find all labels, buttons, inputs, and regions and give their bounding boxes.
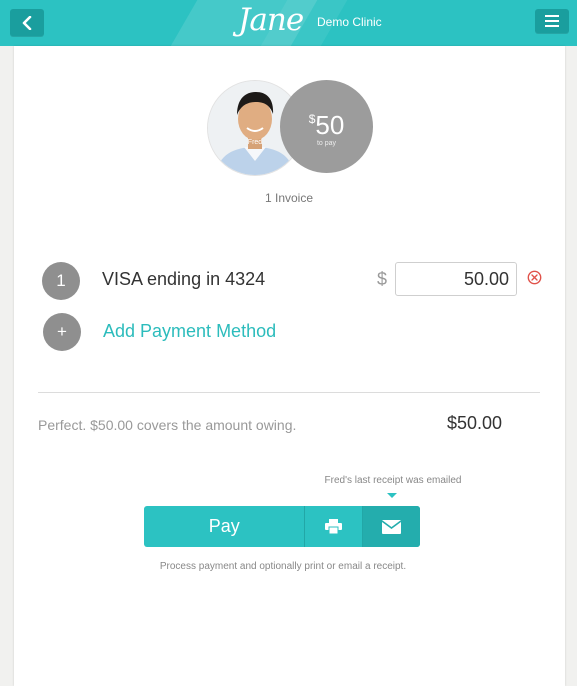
email-receipt-button[interactable] bbox=[362, 506, 420, 547]
divider bbox=[38, 392, 540, 393]
amount-currency: $ bbox=[308, 112, 316, 126]
envelope-icon bbox=[382, 519, 402, 534]
amount-due-value: 50 bbox=[315, 110, 345, 140]
chevron-left-icon bbox=[22, 15, 32, 30]
payment-total: $50.00 bbox=[447, 413, 503, 433]
print-receipt-button[interactable] bbox=[304, 506, 362, 547]
coverage-message: Perfect. $50.00 covers the amount owing. bbox=[38, 417, 297, 433]
currency-symbol: $ bbox=[377, 269, 388, 289]
menu-button[interactable] bbox=[535, 9, 569, 33]
receipt-note: Fred's last receipt was emailed bbox=[324, 475, 462, 486]
payment-help-text: Process payment and optionally print or … bbox=[159, 561, 407, 572]
amount-due-circle: $50 to pay bbox=[280, 80, 373, 173]
payment-method-label: VISA ending in 4324 bbox=[102, 269, 266, 289]
amount-due-caption: to pay bbox=[316, 140, 337, 147]
invoice-count: 1 Invoice bbox=[264, 191, 314, 205]
payment-amount-input[interactable] bbox=[395, 262, 517, 296]
add-payment-icon[interactable]: + bbox=[43, 313, 81, 351]
hamburger-icon bbox=[545, 15, 559, 27]
receipt-caret-icon bbox=[387, 493, 397, 498]
remove-payment-icon[interactable] bbox=[527, 270, 542, 285]
pay-button[interactable]: Pay bbox=[144, 506, 304, 547]
payment-actions: Pay bbox=[144, 506, 420, 547]
jane-logo: Jane bbox=[238, 2, 304, 38]
payment-method-number: 1 bbox=[42, 262, 80, 300]
top-bar: Jane Demo Clinic bbox=[0, 0, 577, 46]
add-payment-method-link[interactable]: Add Payment Method bbox=[103, 321, 276, 342]
printer-icon bbox=[325, 519, 343, 534]
clinic-name: Demo Clinic bbox=[317, 15, 382, 29]
back-button[interactable] bbox=[10, 9, 44, 36]
